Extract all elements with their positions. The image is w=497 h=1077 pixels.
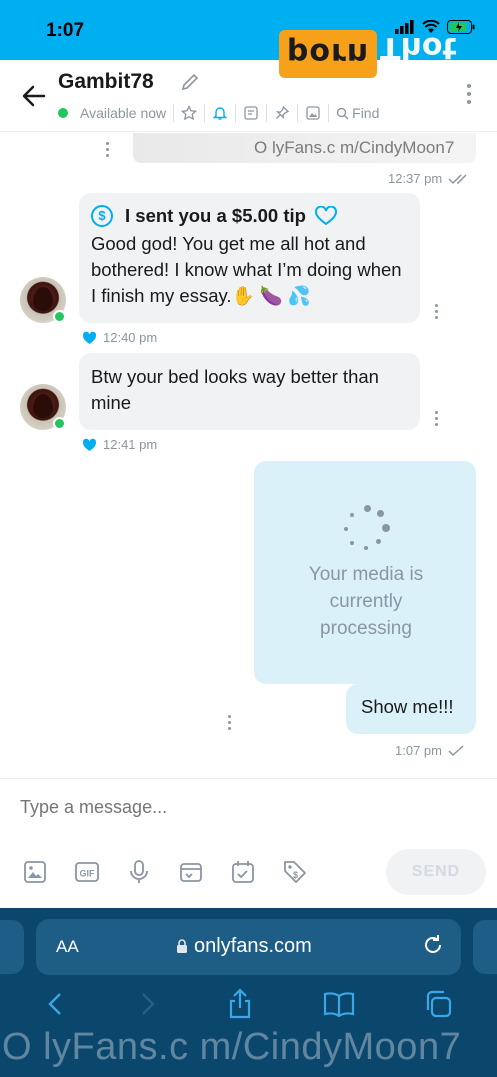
chat-status-row: Available now Find xyxy=(58,104,379,122)
next-tab[interactable] xyxy=(473,920,497,974)
url-display[interactable]: onlyfans.com xyxy=(176,935,312,958)
message-options-icon[interactable] xyxy=(106,142,110,160)
message-meta: 12:41 pm xyxy=(82,437,157,452)
tip-message-bubble: $ I sent you a $5.00 tip Good god! You g… xyxy=(79,193,420,323)
svg-text:$: $ xyxy=(293,870,298,880)
message-time: 12:41 pm xyxy=(103,437,158,452)
share-icon[interactable] xyxy=(226,988,254,1025)
message-options-icon[interactable] xyxy=(435,411,439,429)
message-composer: GIF $ SEND xyxy=(0,778,497,908)
double-check-icon xyxy=(448,173,467,184)
message-meta: 12:40 pm xyxy=(82,330,157,345)
loading-spinner-icon xyxy=(342,505,392,555)
gallery-icon[interactable] xyxy=(305,105,321,121)
address-bar[interactable]: AA onlyfans.com xyxy=(36,919,461,975)
microphone-icon[interactable] xyxy=(126,859,152,885)
online-dot xyxy=(53,310,66,323)
forward-chevron-icon[interactable] xyxy=(135,990,159,1023)
reload-icon[interactable] xyxy=(421,933,445,962)
message-time: 1:07 pm xyxy=(395,743,442,758)
composer-toolbar: GIF $ xyxy=(22,859,308,885)
availability-text: Available now xyxy=(80,105,167,121)
tabs-icon[interactable] xyxy=(423,989,453,1024)
browser-toolbar xyxy=(0,988,497,1025)
preview-watermark: O lyFans.c m/CindyMoon7 xyxy=(254,138,455,157)
find-button[interactable]: Find xyxy=(336,105,379,121)
vault-icon[interactable] xyxy=(178,859,204,885)
message-time: 12:37 pm xyxy=(388,171,443,186)
message-text: Good god! You get me all hot and bothere… xyxy=(91,233,402,306)
svg-text:GIF: GIF xyxy=(80,869,96,879)
back-chevron-icon[interactable] xyxy=(44,990,68,1023)
chat-username[interactable]: Gambit78 xyxy=(58,70,154,94)
message-meta: 12:37 pm xyxy=(388,171,470,186)
lock-icon xyxy=(177,939,187,953)
avatar[interactable] xyxy=(20,277,66,323)
processing-text: Your media is currently processing xyxy=(308,564,424,639)
screen: { "status_bar": {"time": "1:07"}, "water… xyxy=(0,0,497,1077)
send-button[interactable]: SEND xyxy=(386,849,486,895)
image-upload-icon[interactable] xyxy=(22,859,48,885)
star-icon[interactable] xyxy=(181,105,198,121)
chat-header: Gambit78 Available now Find xyxy=(0,60,497,132)
price-tag-icon[interactable]: $ xyxy=(282,859,308,885)
bell-icon[interactable] xyxy=(212,105,228,121)
previous-tab[interactable] xyxy=(0,920,24,974)
watermark-overlay: O lyFans.c m/CindyMoon7 xyxy=(2,1026,462,1068)
message-time: 12:40 pm xyxy=(103,330,158,345)
like-heart-icon[interactable] xyxy=(82,438,97,452)
message-options-icon[interactable] xyxy=(228,715,232,733)
tip-header: $ I sent you a $5.00 tip xyxy=(91,203,408,229)
watermark-badge: porn xyxy=(279,30,377,78)
reader-aa-button[interactable]: AA xyxy=(56,937,79,957)
heart-icon xyxy=(314,206,337,226)
url-text: onlyfans.com xyxy=(194,935,312,957)
find-label: Find xyxy=(352,105,380,121)
message-bubble: Show me!!! xyxy=(346,684,476,734)
dollar-icon: $ xyxy=(91,205,113,227)
status-time: 1:07 xyxy=(46,20,85,41)
message-input[interactable] xyxy=(20,797,420,818)
note-icon[interactable] xyxy=(243,105,259,121)
avatar[interactable] xyxy=(20,384,66,430)
back-arrow-icon[interactable] xyxy=(20,82,48,110)
message-text: Show me!!! xyxy=(361,696,454,717)
pin-icon[interactable] xyxy=(274,105,290,121)
online-dot xyxy=(53,417,66,430)
search-icon xyxy=(336,107,349,119)
message-meta: 1:07 pm xyxy=(395,743,466,758)
calendar-icon[interactable] xyxy=(230,859,256,885)
gif-icon[interactable]: GIF xyxy=(74,859,100,885)
check-icon xyxy=(448,744,464,756)
online-status-dot xyxy=(58,108,68,118)
more-options-icon[interactable] xyxy=(467,84,473,108)
message-bubble: Btw your bed looks way better than mine xyxy=(79,353,420,430)
message-options-icon[interactable] xyxy=(435,304,439,322)
tip-label: I sent you a $5.00 tip xyxy=(125,205,306,226)
bookmarks-icon[interactable] xyxy=(322,990,356,1023)
watermark-text: Thot xyxy=(380,30,457,65)
message-text: Btw your bed looks way better than mine xyxy=(91,366,379,413)
edit-pencil-icon[interactable] xyxy=(180,72,200,97)
like-heart-icon[interactable] xyxy=(82,331,97,345)
